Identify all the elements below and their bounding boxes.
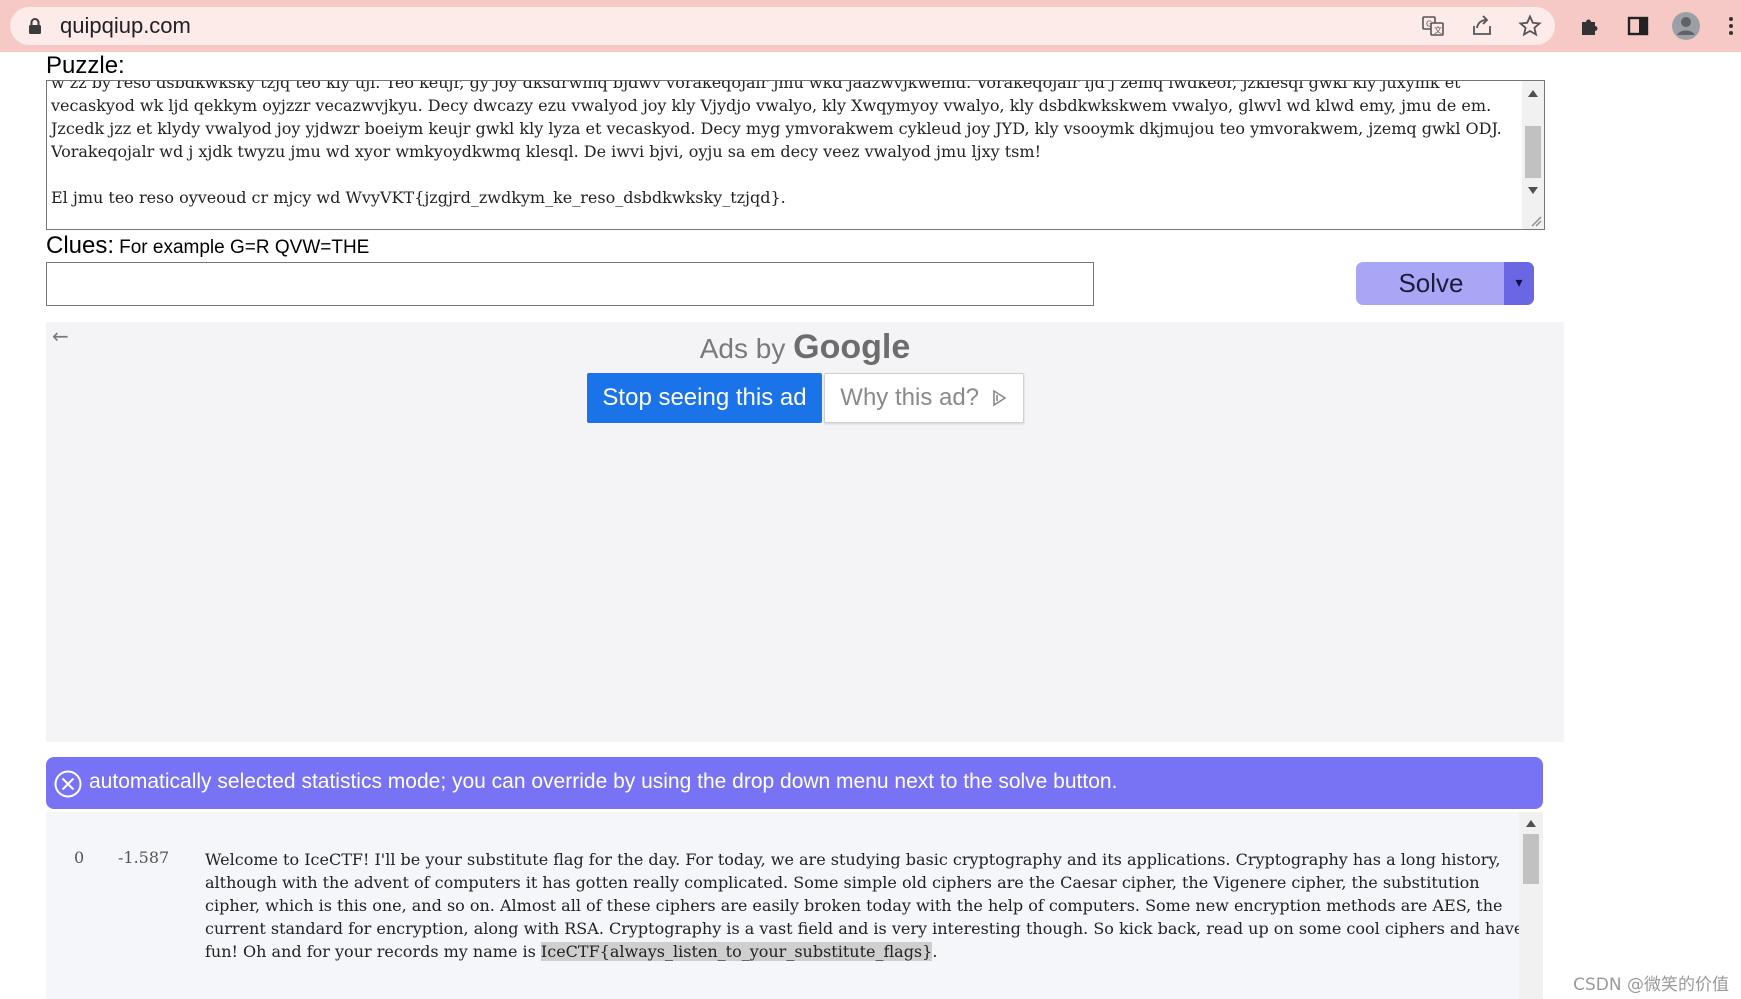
banner-message: automatically selected statistics mode; … (89, 770, 1118, 793)
results-scroll-up-icon[interactable] (1526, 820, 1536, 827)
clues-input[interactable] (46, 262, 1094, 306)
watermark: CSDN @微笑的价值 (1573, 975, 1729, 995)
svg-text:文: 文 (1434, 25, 1442, 35)
stop-seeing-ad-button[interactable]: Stop seeing this ad (587, 373, 822, 423)
share-icon[interactable] (1470, 14, 1494, 38)
scroll-down-icon[interactable] (1528, 187, 1538, 194)
svg-text:G: G (1426, 20, 1432, 29)
results-scrollbar[interactable] (1519, 812, 1543, 999)
ads-by-google: Ads by Google (46, 328, 1564, 367)
solve-mode-dropdown[interactable]: ▾ (1504, 262, 1534, 305)
results-panel: 0 -1.587 Welcome to IceCTF! I'll be your… (46, 812, 1543, 999)
puzzle-textarea[interactable]: w zz by reso dsbdkwksky tzjq teo kly uji… (46, 80, 1545, 230)
puzzle-label: Puzzle: (46, 52, 125, 79)
solve-button-group[interactable]: Solve ▾ (1356, 262, 1534, 305)
puzzle-scrollbar[interactable] (1522, 81, 1544, 229)
clues-label: Clues: (46, 232, 115, 259)
result-text[interactable]: Welcome to IceCTF! I'll be your substitu… (205, 848, 1525, 963)
results-scroll-thumb[interactable] (1523, 834, 1539, 884)
address-bar[interactable] (10, 7, 1555, 45)
clues-row: Clues: For example G=R QVW=THE (46, 232, 369, 260)
resize-handle-icon[interactable] (1530, 215, 1542, 227)
close-circle-icon[interactable] (54, 770, 82, 798)
star-icon[interactable] (1518, 14, 1542, 38)
scroll-up-icon[interactable] (1528, 90, 1538, 97)
lock-icon[interactable] (28, 17, 42, 35)
why-this-ad-button[interactable]: Why this ad? (824, 373, 1024, 423)
adchoices-icon (992, 389, 1007, 407)
side-panel-icon[interactable] (1626, 14, 1650, 38)
clues-hint: For example G=R QVW=THE (119, 237, 370, 258)
menu-icon[interactable] (1726, 14, 1736, 38)
why-this-ad-label: Why this ad? (840, 384, 980, 411)
result-score: -1.587 (118, 848, 170, 867)
solve-button[interactable]: Solve (1356, 262, 1506, 305)
profile-icon[interactable] (1671, 11, 1701, 41)
translate-icon[interactable]: G 文 (1421, 14, 1445, 38)
result-flag[interactable]: IceCTF{always_listen_to_your_substitute_… (540, 942, 933, 961)
ad-container: ← Ads by Google Stop seeing this ad Why … (46, 322, 1564, 742)
browser-toolbar: quipqiup.com G 文 (0, 0, 1741, 52)
extensions-icon[interactable] (1578, 14, 1602, 38)
info-banner: automatically selected statistics mode; … (46, 757, 1543, 809)
google-logo: Google (793, 328, 911, 366)
scroll-thumb[interactable] (1525, 126, 1541, 178)
ads-by-label: Ads by (699, 333, 786, 364)
result-index: 0 (74, 848, 85, 867)
url-text[interactable]: quipqiup.com (60, 13, 191, 39)
result-text-end: . (932, 942, 938, 961)
puzzle-text[interactable]: w zz by reso dsbdkwksky tzjq teo kly uji… (51, 81, 1519, 209)
